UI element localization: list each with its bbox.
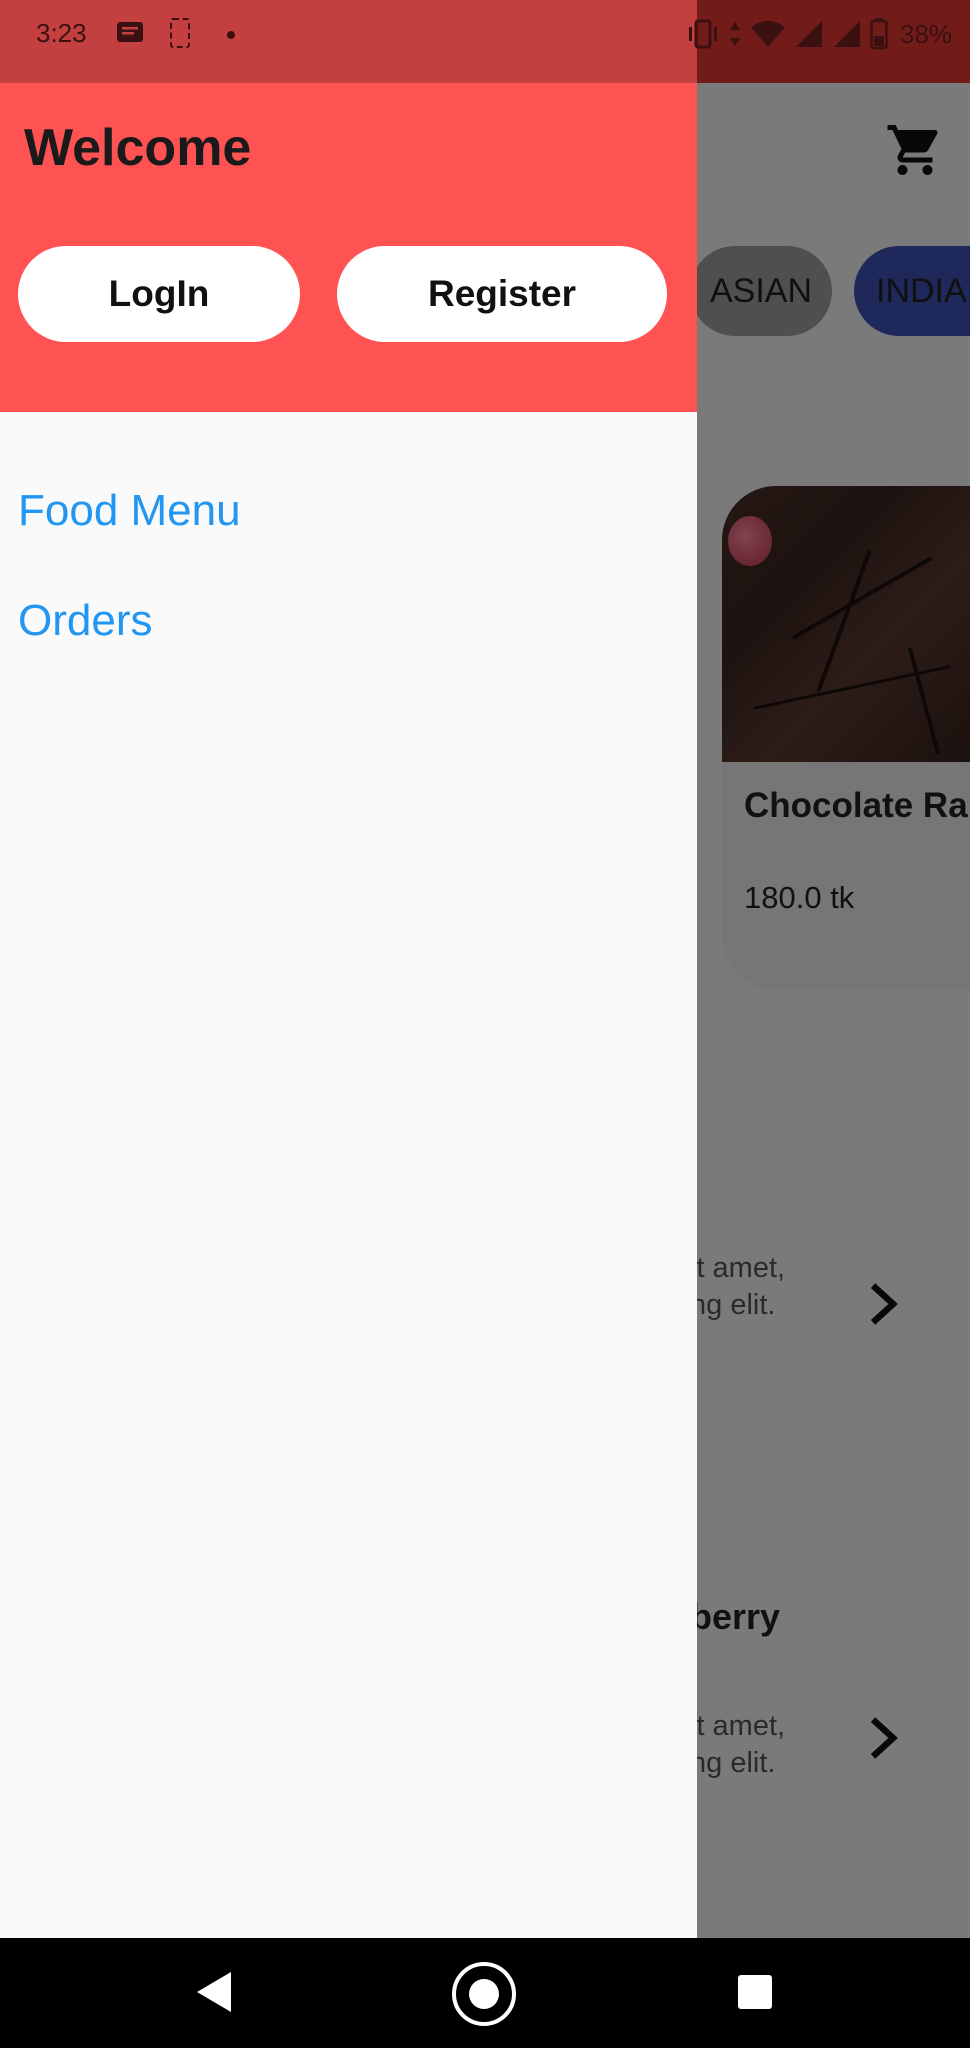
status-indicators: 38% [686,16,956,52]
message-icon [117,22,143,42]
data-arrows-icon [730,22,740,46]
vibrate-icon [689,19,717,49]
navigation-drawer: Welcome LogIn Register Food Menu Orders [0,0,697,1938]
menu-item-orders[interactable]: Orders [18,596,152,646]
notification-dot-icon [227,31,235,39]
back-icon[interactable] [195,1970,235,2014]
recent-apps-icon[interactable] [738,1975,772,2009]
status-bar: 3:23 38% [0,0,970,70]
battery-icon [870,18,888,50]
register-button[interactable]: Register [337,246,667,342]
sim-icon [170,18,190,48]
signal-icon [834,21,860,47]
status-time: 3:23 [36,18,87,48]
battery-percent: 38% [900,18,953,49]
signal-icon [796,21,822,47]
home-icon[interactable] [452,1962,516,2026]
drawer-title: Welcome [24,119,252,177]
menu-item-food-menu[interactable]: Food Menu [18,486,241,536]
system-nav-bar [0,1938,970,2048]
wifi-icon [751,21,785,47]
login-button[interactable]: LogIn [18,246,300,342]
